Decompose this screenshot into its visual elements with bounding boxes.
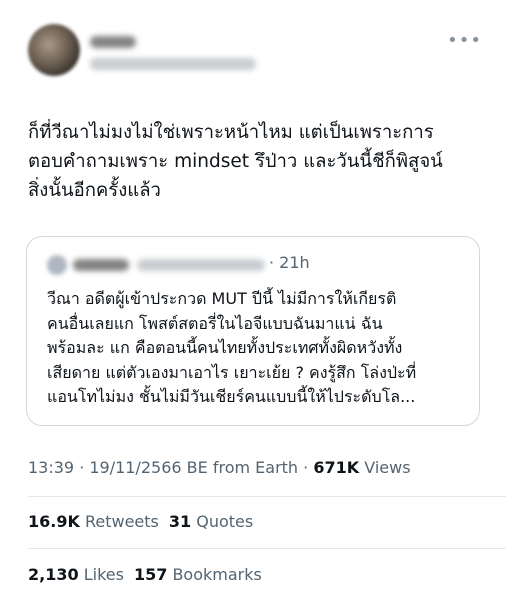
- tweet-header: •••: [28, 14, 488, 84]
- retweets-link[interactable]: 16.9K Retweets: [28, 512, 159, 531]
- quoted-author-name-blurred: [73, 259, 129, 271]
- quoted-tweet-card[interactable]: · 21h วีณา อดีตผู้เข้าประกวด MUT ปีนี้ ไ…: [26, 236, 480, 426]
- quoted-tweet-time: · 21h: [269, 253, 310, 272]
- quoted-tweet-text: วีณา อดีตผู้เข้าประกวด MUT ปีนี้ ไม่มีกา…: [47, 289, 417, 406]
- bookmarks-link[interactable]: 157 Bookmarks: [134, 565, 262, 584]
- views-count: 671K: [313, 458, 360, 477]
- stats-row-retweets: 16.9K Retweets 31 Quotes: [28, 512, 253, 531]
- more-options-icon[interactable]: •••: [447, 32, 482, 50]
- retweets-count: 16.9K: [28, 512, 80, 531]
- likes-label: Likes: [83, 565, 124, 584]
- divider: [28, 496, 506, 497]
- bookmarks-label: Bookmarks: [172, 565, 262, 584]
- quotes-link[interactable]: 31 Quotes: [169, 512, 253, 531]
- divider: [28, 548, 506, 549]
- quoted-author-handle-blurred: [137, 259, 265, 271]
- author-handle-blurred[interactable]: [90, 58, 256, 70]
- author-name-blurred[interactable]: [90, 36, 136, 48]
- tweet-meta: 13:39 · 19/11/2566 BE from Earth · 671K …: [28, 458, 411, 477]
- quotes-count: 31: [168, 512, 192, 531]
- quotes-label: Quotes: [196, 512, 254, 531]
- tweet-timestamp[interactable]: 13:39 · 19/11/2566 BE from Earth ·: [28, 458, 308, 477]
- quoted-author-avatar: [47, 255, 67, 275]
- likes-link[interactable]: 2,130 Likes: [28, 565, 124, 584]
- tweet-text: ก็ที่วีณาไม่มงไม่ใช่เพราะหน้าไหม แต่เป็น…: [28, 122, 443, 201]
- author-avatar[interactable]: [28, 24, 80, 76]
- retweets-label: Retweets: [84, 512, 159, 531]
- stats-row-likes: 2,130 Likes 157 Bookmarks: [28, 565, 262, 584]
- views-label: Views: [364, 458, 411, 477]
- likes-count: 2,130: [28, 565, 79, 584]
- bookmarks-count: 157: [133, 565, 168, 584]
